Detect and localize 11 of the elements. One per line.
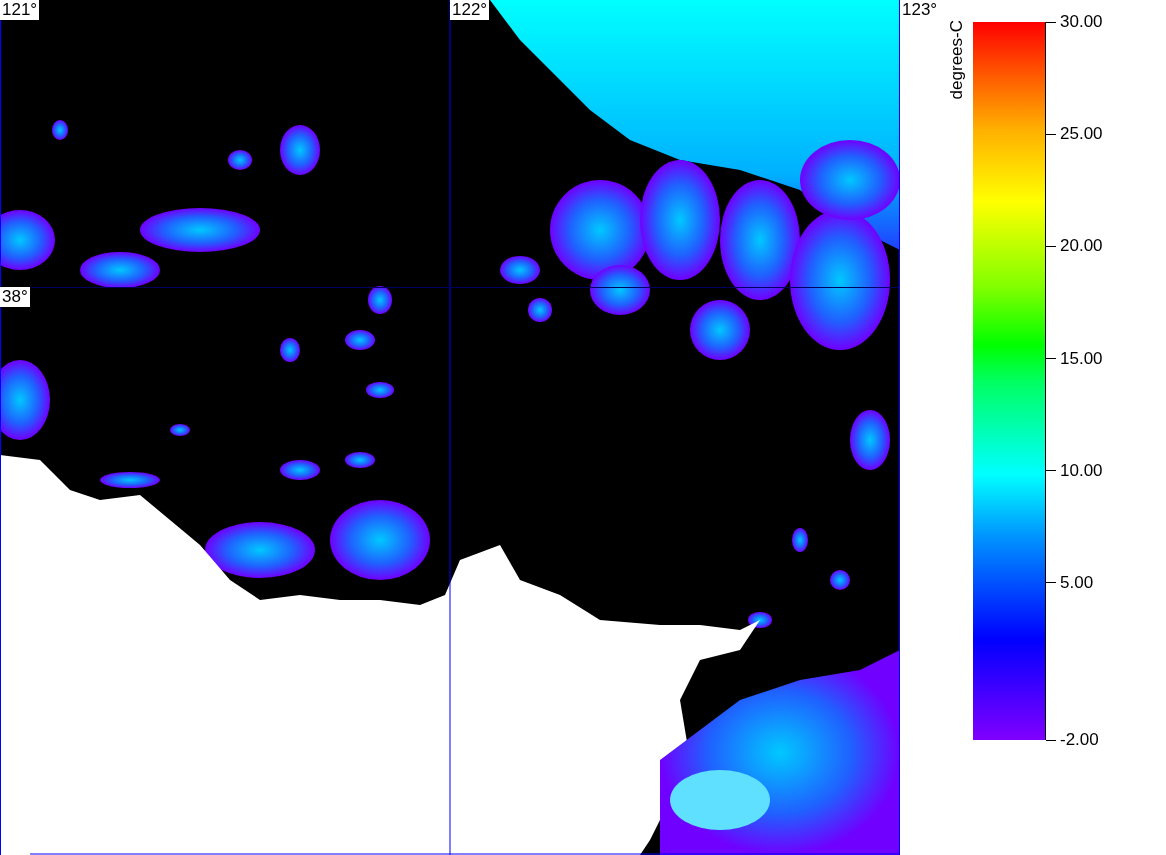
tick-label: 25.00 bbox=[1060, 124, 1103, 145]
tick-label: -2.00 bbox=[1060, 730, 1099, 750]
tick-label: 5.00 bbox=[1060, 572, 1094, 593]
longitude-label: 122° bbox=[450, 0, 490, 20]
tick-label: 15.00 bbox=[1060, 348, 1103, 369]
tick-label: 10.00 bbox=[1060, 460, 1103, 481]
colorbar-title: degrees-C bbox=[947, 20, 967, 100]
tick-label: 30.00 bbox=[1060, 12, 1103, 32]
tick-label: 20.00 bbox=[1060, 236, 1103, 257]
longitude-label: 121° bbox=[0, 0, 40, 20]
latitude-label: 38° bbox=[0, 287, 30, 307]
